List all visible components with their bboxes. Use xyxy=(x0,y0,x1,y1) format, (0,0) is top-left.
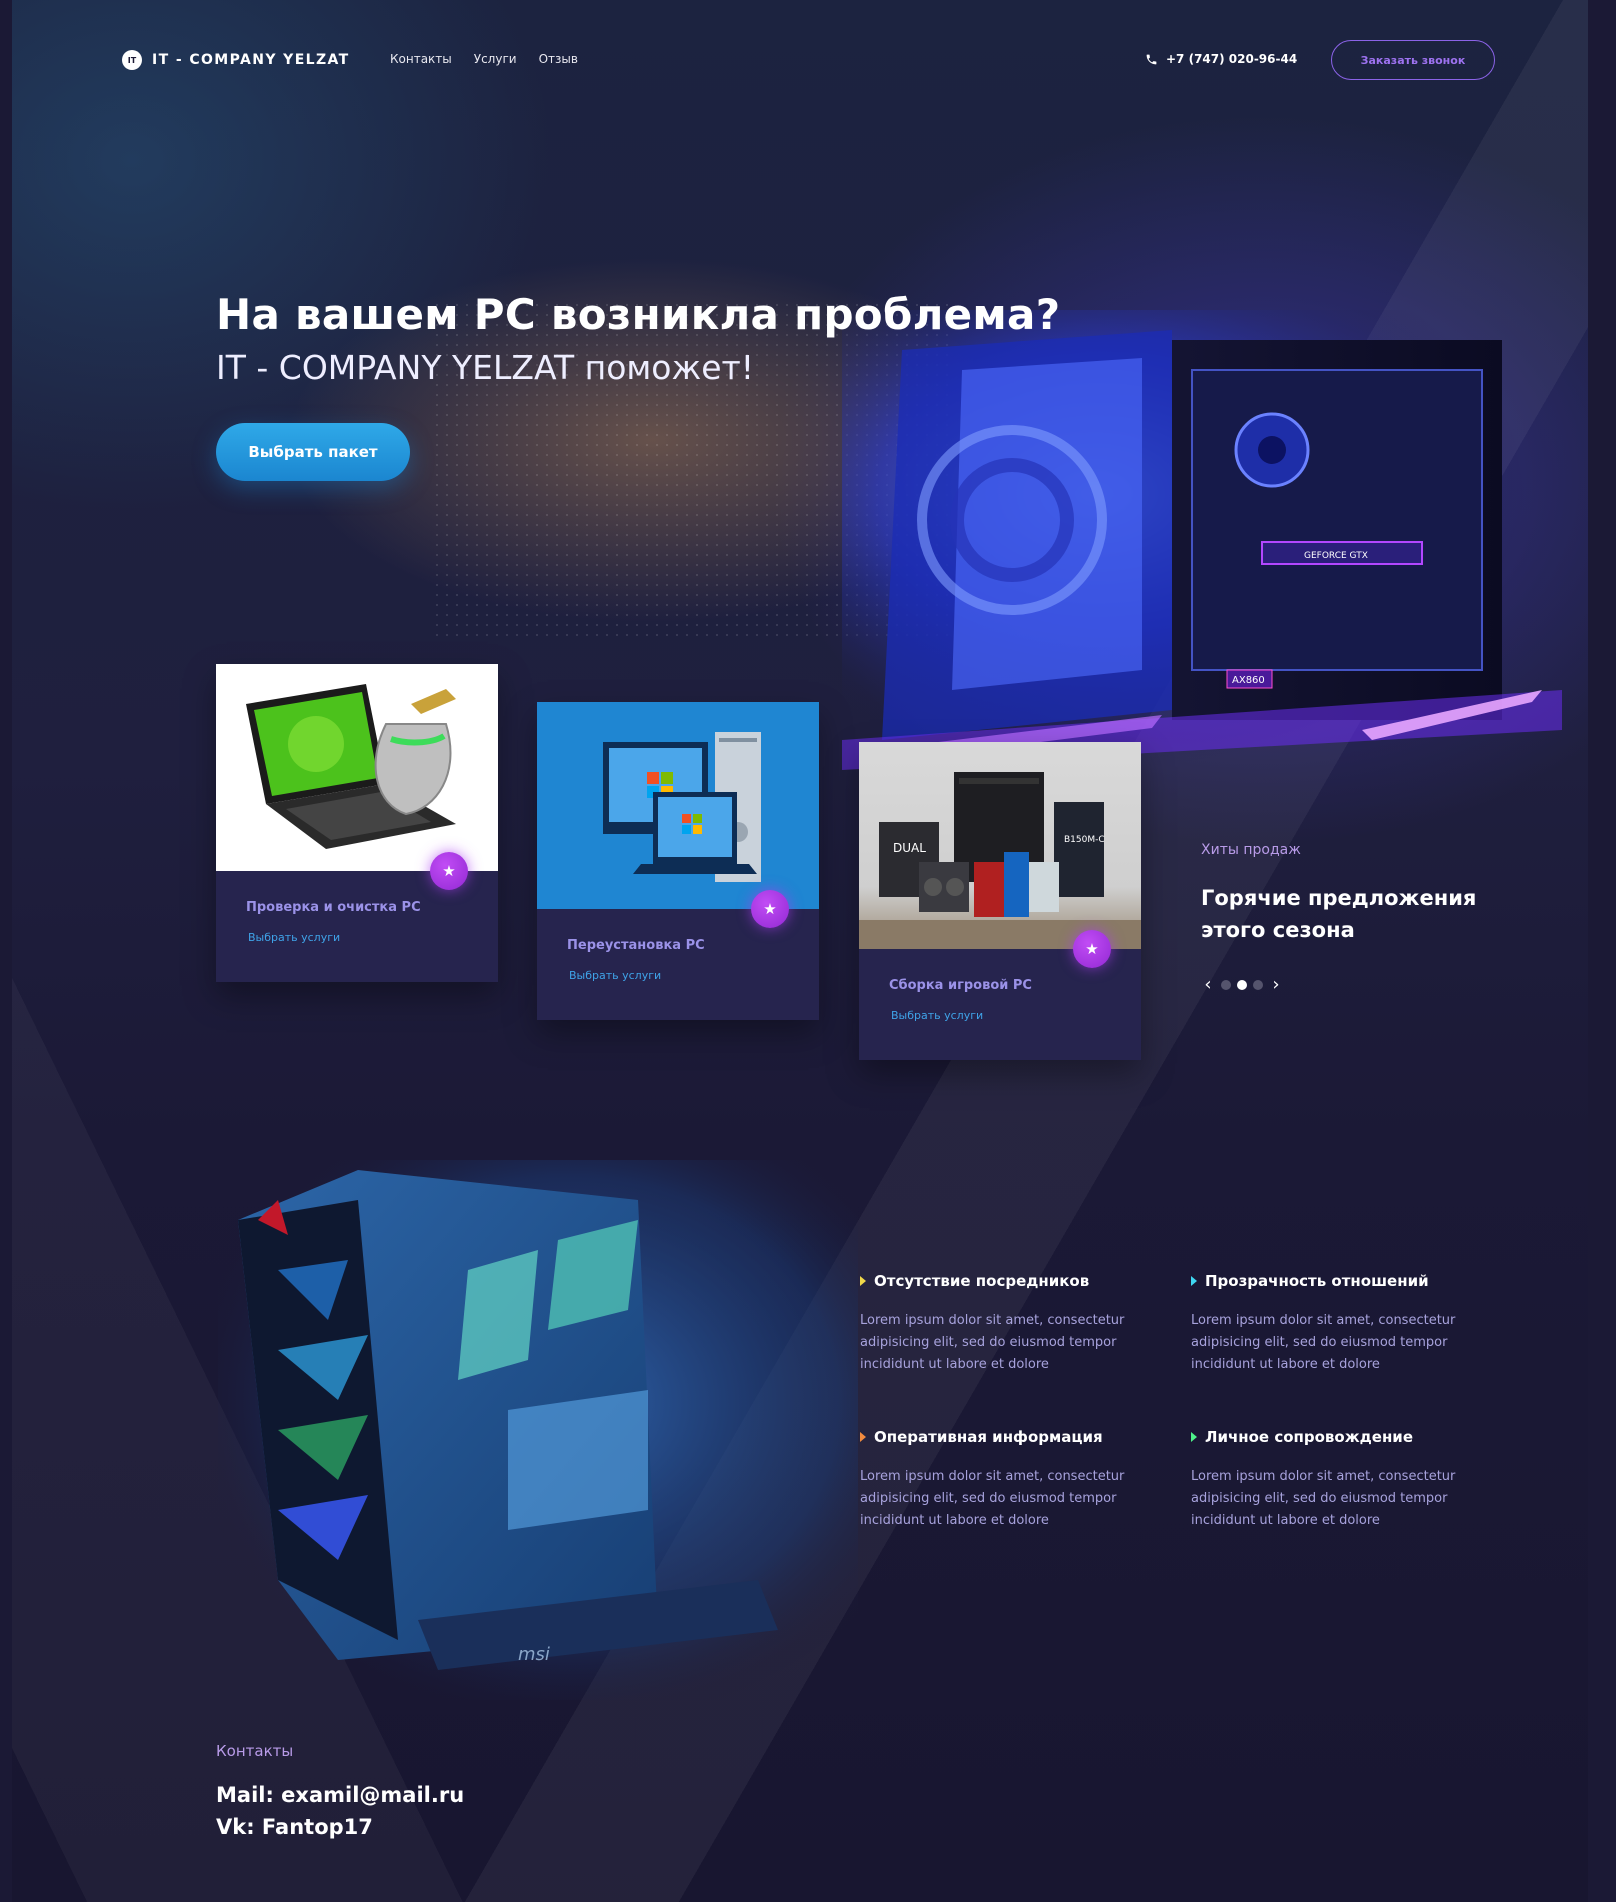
feature-text: Lorem ipsum dolor sit amet, consectetur … xyxy=(1191,1313,1456,1372)
phone-icon xyxy=(1146,54,1157,64)
page: GEFORCE GTX AX860 IT IT - COMPANY YELZAT… xyxy=(12,0,1588,1902)
card-link[interactable]: Выбрать услуги xyxy=(569,969,661,982)
triangle-marker-icon xyxy=(1191,1432,1197,1442)
hits-title-line: Горячие предложения xyxy=(1201,886,1477,910)
feature-item: Оперативная информация Lorem ipsum dolor… xyxy=(860,1428,1160,1532)
feature-title: Оперативная информация xyxy=(874,1428,1103,1446)
svg-text:B150M-C: B150M-C xyxy=(1064,835,1105,845)
reinstall-image xyxy=(537,702,819,909)
msi-gaming-case-image: msi xyxy=(218,1160,858,1700)
slider-dot-active[interactable] xyxy=(1237,979,1247,990)
feature-heading: Личное сопровождение xyxy=(1191,1428,1491,1446)
logo-icon: IT xyxy=(122,50,142,70)
contacts-label: Контакты xyxy=(216,1742,294,1760)
hero-subtitle: IT - COMPANY YELZAT поможет! xyxy=(216,348,754,387)
service-card[interactable]: DUAL B150M-C ★ Сборка игровой PC Выбрать… xyxy=(859,742,1141,1060)
hits-label: Хиты продаж xyxy=(1201,842,1301,858)
feature-text: Lorem ipsum dolor sit amet, consectetur … xyxy=(1191,1469,1456,1528)
computer-windows-illustration xyxy=(603,732,761,882)
chevron-right-icon[interactable]: › xyxy=(1269,974,1283,995)
feature-title: Прозрачность отношений xyxy=(1205,1272,1429,1290)
triangle-marker-icon xyxy=(860,1432,866,1442)
star-icon[interactable]: ★ xyxy=(751,890,789,928)
feature-item: Отсутствие посредников Lorem ipsum dolor… xyxy=(860,1272,1160,1376)
service-card[interactable]: ★ Переустановка PC Выбрать услуги xyxy=(537,702,819,1020)
feature-item: Личное сопровождение Lorem ipsum dolor s… xyxy=(1191,1428,1491,1532)
svg-text:DUAL: DUAL xyxy=(893,841,926,855)
hits-title: Горячие предложения этого сезона xyxy=(1201,882,1476,946)
choose-package-button[interactable]: Выбрать пакет xyxy=(216,423,410,481)
card-link[interactable]: Выбрать услуги xyxy=(891,1009,983,1022)
triangle-marker-icon xyxy=(1191,1276,1197,1286)
logo[interactable]: IT IT - COMPANY YELZAT xyxy=(122,50,350,70)
pc-parts-illustration: DUAL B150M-C xyxy=(859,772,1141,949)
feature-item: Прозрачность отношений Lorem ipsum dolor… xyxy=(1191,1272,1491,1376)
hits-title-line: этого сезона xyxy=(1201,918,1355,942)
card-title: Сборка игровой PC xyxy=(889,978,1032,993)
feature-title: Личное сопровождение xyxy=(1205,1428,1413,1446)
slider-dot[interactable] xyxy=(1221,979,1231,990)
nav-link-services[interactable]: Услуги xyxy=(474,52,517,66)
contact-vk[interactable]: Vk: Fantop17 xyxy=(216,1815,373,1839)
triangle-marker-icon xyxy=(860,1276,866,1286)
phone-number: +7 (747) 020-96-44 xyxy=(1166,52,1298,66)
slider-controls: ‹ › xyxy=(1201,974,1283,995)
gaming-build-image: DUAL B150M-C xyxy=(859,742,1141,949)
phone-contact[interactable]: +7 (747) 020-96-44 xyxy=(1145,52,1297,66)
card-title: Переустановка PC xyxy=(567,938,705,953)
service-card[interactable]: ★ Проверка и очистка PC Выбрать услуги xyxy=(216,664,498,982)
hero-title: На вашем PC возникла проблема? xyxy=(216,290,1061,339)
card-link[interactable]: Выбрать услуги xyxy=(248,931,340,944)
laptop-cleaning-image xyxy=(216,664,498,871)
feature-heading: Отсутствие посредников xyxy=(860,1272,1160,1290)
star-icon[interactable]: ★ xyxy=(1073,930,1111,968)
feature-heading: Прозрачность отношений xyxy=(1191,1272,1491,1290)
contact-mail[interactable]: Mail: examil@mail.ru xyxy=(216,1783,464,1807)
feature-title: Отсутствие посредников xyxy=(874,1272,1090,1290)
feature-heading: Оперативная информация xyxy=(860,1428,1160,1446)
main-nav: Контакты Услуги Отзыв xyxy=(390,52,578,66)
feature-text: Lorem ipsum dolor sit amet, consectetur … xyxy=(860,1469,1125,1528)
feature-text: Lorem ipsum dolor sit amet, consectetur … xyxy=(860,1313,1125,1372)
nav-link-contacts[interactable]: Контакты xyxy=(390,52,452,66)
site-header: IT IT - COMPANY YELZAT Контакты Услуги О… xyxy=(12,0,1588,120)
nav-link-reviews[interactable]: Отзыв xyxy=(539,52,578,66)
svg-text:AX860: AX860 xyxy=(1232,675,1265,686)
star-icon[interactable]: ★ xyxy=(430,852,468,890)
svg-text:msi: msi xyxy=(518,1644,550,1665)
laptop-broom-illustration xyxy=(246,684,456,849)
gaming-pc-hero-image: GEFORCE GTX AX860 xyxy=(842,310,1562,770)
card-title: Проверка и очистка PC xyxy=(246,900,421,915)
chevron-left-icon[interactable]: ‹ xyxy=(1201,974,1215,995)
svg-text:GEFORCE GTX: GEFORCE GTX xyxy=(1304,551,1368,561)
logo-text: IT - COMPANY YELZAT xyxy=(152,52,350,68)
slider-dot[interactable] xyxy=(1253,979,1263,990)
callback-button[interactable]: Заказать звонок xyxy=(1331,40,1495,80)
